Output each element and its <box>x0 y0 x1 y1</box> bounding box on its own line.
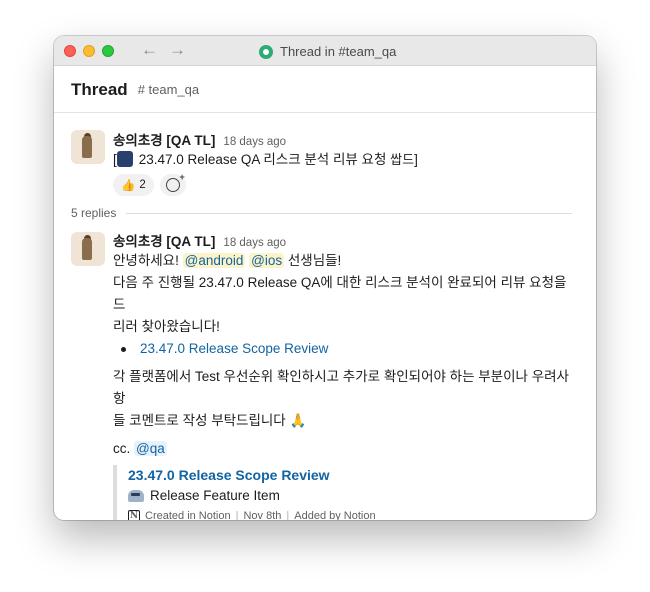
window-title: Thread in #team_qa <box>259 44 396 59</box>
attachment-date: Nov 8th <box>243 510 282 520</box>
replies-count: 5 replies <box>71 206 117 220</box>
mention-ios[interactable]: @ios <box>249 253 285 268</box>
notion-icon: N <box>128 510 140 520</box>
reaction-count: 2 <box>139 179 146 191</box>
zoom-window-button[interactable] <box>102 45 114 57</box>
mention-qa[interactable]: @qa <box>134 441 167 456</box>
message-line: 안녕하세요! @android @ios 선생님들! <box>113 253 342 268</box>
custom-emoji-text: 쌉드 <box>390 152 415 167</box>
message-timestamp[interactable]: 18 days ago <box>223 237 286 249</box>
minimize-window-button[interactable] <box>83 45 95 57</box>
reaction-thumbs-up[interactable]: 👍 2 <box>113 174 154 196</box>
parent-message: 송의초경 [QA TL] 18 days ago [23.47.0 Releas… <box>113 129 580 196</box>
message-timestamp[interactable]: 18 days ago <box>223 136 286 148</box>
message-line: 들 코멘트로 작성 부탁드립니다 🙏 <box>113 413 307 428</box>
mention-android[interactable]: @android <box>182 253 246 268</box>
thumbs-up-icon: 👍 <box>121 180 136 192</box>
reply-message: 송의초경 [QA TL] 18 days ago 안녕하세요! @android… <box>113 230 580 520</box>
avatar[interactable] <box>71 130 105 164</box>
train-icon <box>128 490 144 502</box>
thread-window: ← → Thread in #team_qa Thread # team_qa … <box>54 36 596 520</box>
back-arrow-icon[interactable]: ← <box>141 40 158 60</box>
add-reaction-icon <box>165 172 185 192</box>
title-bar: ← → Thread in #team_qa <box>54 36 596 66</box>
message-line: 다음 주 진행될 23.47.0 Release QA에 대한 리스크 분석이 … <box>113 275 567 312</box>
scope-review-link[interactable]: 23.47.0 Release Scope Review <box>140 338 328 360</box>
message-line: 각 플랫폼에서 Test 우선순위 확인하시고 추가로 확인되어야 하는 부분이… <box>113 369 569 406</box>
replies-divider: 5 replies <box>71 206 572 220</box>
attachment-added-by: Added by Notion <box>294 510 376 520</box>
message-line: cc. @qa <box>113 441 167 456</box>
thread-title: Thread <box>71 79 128 99</box>
add-reaction-button[interactable] <box>159 172 186 196</box>
channel-link[interactable]: # team_qa <box>138 82 199 97</box>
forward-arrow-icon[interactable]: → <box>169 40 186 60</box>
reaction-bar: 👍 2 <box>113 172 580 196</box>
pray-icon: 🙏 <box>289 413 307 428</box>
app-icon <box>259 44 273 59</box>
attachment-source: Created in Notion <box>145 510 231 520</box>
message-text: [23.47.0 Release QA 리스크 분석 리뷰 요청 쌉드] <box>113 151 418 167</box>
bullet-item: 23.47.0 Release Scope Review <box>121 338 580 360</box>
thread-header: Thread # team_qa <box>54 67 596 113</box>
notion-attachment: 23.47.0 Release Scope Review Release Fea… <box>113 465 580 520</box>
attachment-title[interactable]: 23.47.0 Release Scope Review <box>128 465 580 485</box>
attachment-item: Release Feature Item <box>128 485 580 507</box>
badge-emoji-icon <box>116 151 133 167</box>
window-title-text: Thread in #team_qa <box>280 44 397 59</box>
close-window-button[interactable] <box>64 45 76 57</box>
message-author[interactable]: 송의초경 [QA TL] <box>113 230 215 250</box>
message-line: 리러 찾아왔습니다! <box>113 319 220 334</box>
message-author[interactable]: 송의초경 [QA TL] <box>113 129 215 149</box>
attachment-footer: N Created in Notion | Nov 8th | Added by… <box>128 507 580 520</box>
avatar[interactable] <box>71 232 105 266</box>
